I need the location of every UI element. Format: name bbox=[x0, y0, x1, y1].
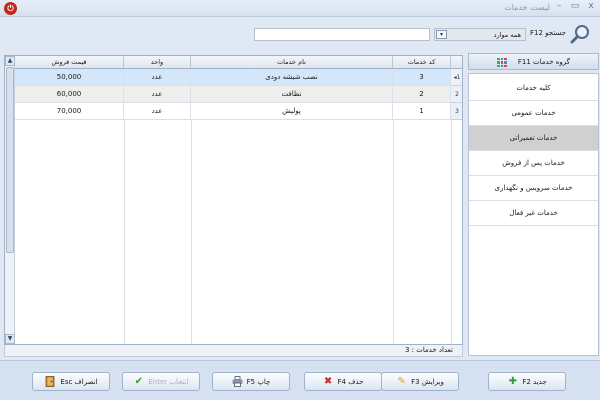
plus-icon: ✚ bbox=[508, 376, 518, 387]
search-icon[interactable] bbox=[570, 24, 592, 44]
search-input[interactable] bbox=[254, 28, 430, 41]
service-group-list: کلیه خدمات خدمات عمومی خدمات تعمیراتی خد… bbox=[468, 73, 599, 356]
row-number[interactable]: 3 bbox=[451, 103, 462, 120]
table-row[interactable]: 70,000 عدد پولیش 1 bbox=[15, 103, 462, 120]
unit-cell: عدد bbox=[124, 103, 191, 119]
row-number[interactable]: 2 bbox=[451, 86, 462, 103]
edit-button-label: ویرایش F3 bbox=[411, 377, 444, 386]
unit-cell: عدد bbox=[124, 69, 191, 85]
search-label: جستجو F12 bbox=[530, 29, 566, 37]
delete-icon: ✖ bbox=[323, 376, 333, 387]
search-scope-value: همه موارد bbox=[493, 31, 521, 39]
sidebar-item-after-sales-services[interactable]: خدمات پس از فروش bbox=[469, 151, 598, 176]
vertical-scrollbar[interactable]: ▲ ▼ bbox=[5, 56, 15, 344]
table-row[interactable]: 50,000 عدد نصب شیشه دودی 3 bbox=[15, 69, 462, 86]
maximize-icon[interactable]: ▭ bbox=[570, 1, 580, 11]
cancel-button[interactable]: انصراف Esc bbox=[32, 372, 110, 391]
select-button-label: انتخاب Enter bbox=[148, 377, 189, 386]
new-button-label: جدید F2 bbox=[522, 377, 547, 386]
services-table: ▲ ▼ قیمت فروش واحد نام خدمات کد خدمات 50… bbox=[4, 55, 463, 345]
price-cell: 50,000 bbox=[15, 69, 124, 85]
close-icon[interactable]: x bbox=[586, 1, 596, 11]
new-button[interactable]: جدید F2 ✚ bbox=[488, 372, 566, 391]
sidebar-item-general-services[interactable]: خدمات عمومی bbox=[469, 101, 598, 126]
service-group-header[interactable]: گروه خدمات F11 bbox=[468, 53, 599, 70]
record-count-label: تعداد خدمات : 3 bbox=[404, 346, 453, 354]
minimize-icon[interactable]: – bbox=[554, 1, 564, 11]
check-icon: ✔ bbox=[134, 376, 144, 387]
sidebar-item-maintenance-services[interactable]: خدمات سرویس و نگهداری bbox=[469, 176, 598, 201]
delete-button-label: حذف F4 bbox=[337, 377, 364, 386]
title-bar: ⏻ لیست خدمات – ▭ x bbox=[0, 0, 600, 17]
code-cell: 1 bbox=[393, 103, 451, 119]
search-row: جستجو F12 همه موارد ▾ bbox=[0, 24, 600, 44]
exit-door-icon bbox=[44, 376, 56, 387]
chevron-down-icon[interactable]: ▾ bbox=[436, 30, 447, 39]
column-header-unit[interactable]: واحد bbox=[124, 56, 191, 69]
bottom-toolbar: جدید F2 ✚ ویرایش F3 ✎ حذف F4 ✖ چاپ F5 ان… bbox=[0, 360, 600, 400]
sidebar-item-inactive-services[interactable]: خدمات غیر فعال bbox=[469, 201, 598, 226]
row-number[interactable]: ◂1 bbox=[451, 69, 462, 86]
price-cell: 60,000 bbox=[15, 86, 124, 102]
cancel-button-label: انصراف Esc bbox=[60, 377, 98, 386]
printer-icon bbox=[232, 376, 243, 387]
window-title: لیست خدمات bbox=[504, 3, 550, 12]
service-group-header-label: گروه خدمات F11 bbox=[517, 58, 570, 66]
column-header-price[interactable]: قیمت فروش bbox=[15, 56, 124, 69]
scroll-thumb[interactable] bbox=[6, 67, 14, 253]
name-cell: نظافت bbox=[191, 86, 393, 102]
grid-icon bbox=[497, 58, 507, 67]
sidebar-item-all-services[interactable]: کلیه خدمات bbox=[469, 76, 598, 101]
print-button[interactable]: چاپ F5 bbox=[212, 372, 290, 391]
scroll-up-icon[interactable]: ▲ bbox=[5, 56, 15, 66]
code-cell: 2 bbox=[393, 86, 451, 102]
window-controls: – ▭ x bbox=[554, 1, 596, 11]
column-header-name[interactable]: نام خدمات bbox=[191, 56, 393, 69]
row-number-label: 1 bbox=[456, 74, 461, 81]
app-menu-icon[interactable]: ⏻ bbox=[4, 2, 17, 15]
search-scope-select[interactable]: همه موارد ▾ bbox=[434, 28, 526, 41]
print-button-label: چاپ F5 bbox=[246, 377, 271, 386]
pencil-icon: ✎ bbox=[397, 376, 406, 387]
table-row[interactable]: 60,000 عدد نظافت 2 bbox=[15, 86, 462, 103]
name-cell: پولیش bbox=[191, 103, 393, 119]
unit-cell: عدد bbox=[124, 86, 191, 102]
scroll-down-icon[interactable]: ▼ bbox=[5, 334, 15, 344]
price-cell: 70,000 bbox=[15, 103, 124, 119]
name-cell: نصب شیشه دودی bbox=[191, 69, 393, 85]
select-button[interactable]: انتخاب Enter ✔ bbox=[122, 372, 200, 391]
sidebar-item-repair-services[interactable]: خدمات تعمیراتی bbox=[469, 126, 598, 151]
delete-button[interactable]: حذف F4 ✖ bbox=[304, 372, 382, 391]
column-header-code[interactable]: کد خدمات bbox=[393, 56, 451, 69]
record-count-bar: تعداد خدمات : 3 bbox=[4, 345, 463, 357]
column-header-row-indicator bbox=[451, 56, 462, 69]
code-cell: 3 bbox=[393, 69, 451, 85]
edit-button[interactable]: ویرایش F3 ✎ bbox=[381, 372, 459, 391]
